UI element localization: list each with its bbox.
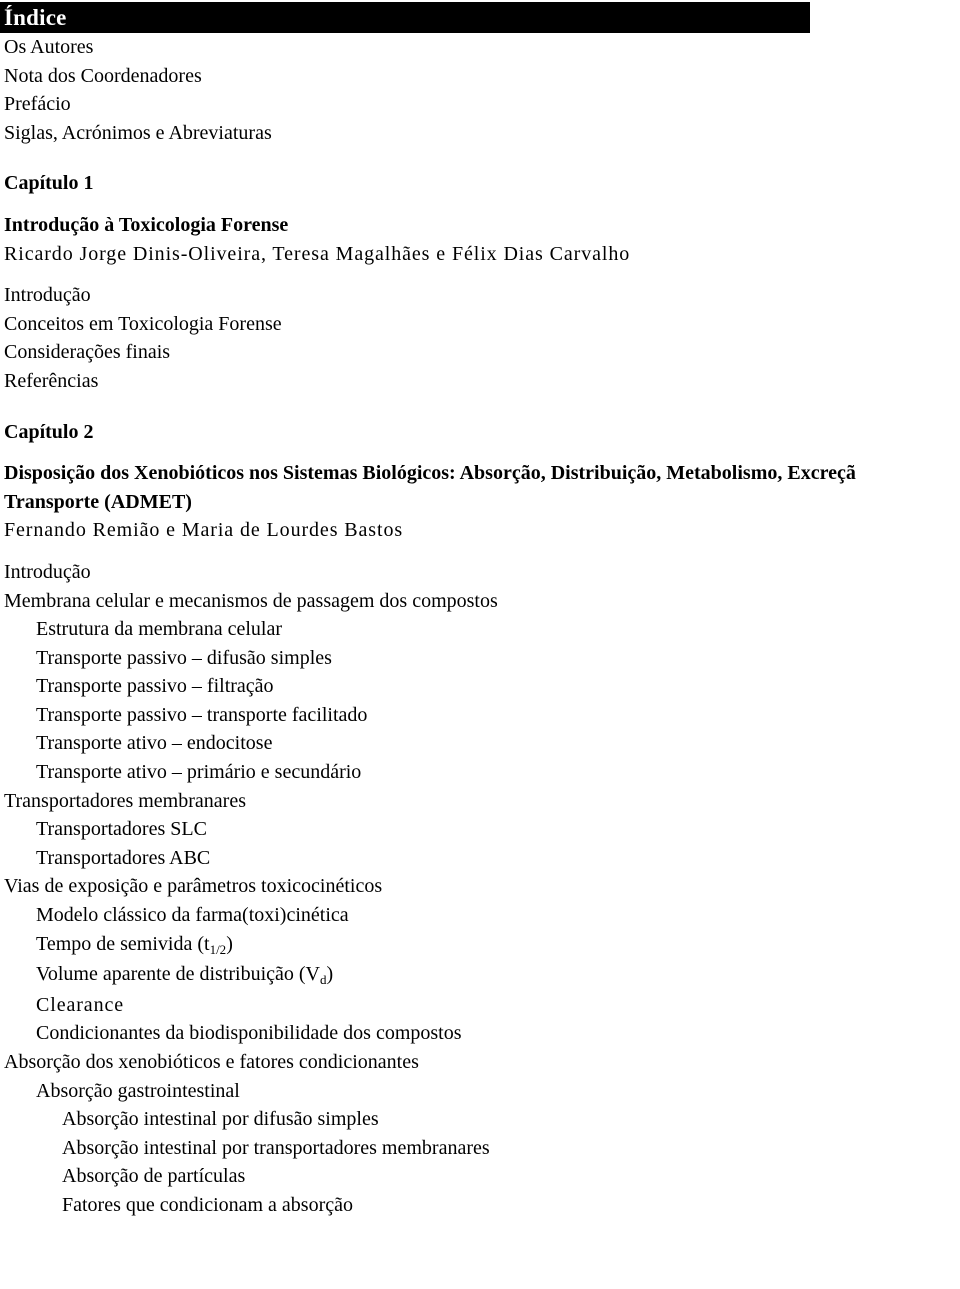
toc-content: Os Autores Nota dos Coordenadores Prefác… [0,33,960,1220]
front-matter-list: Os Autores Nota dos Coordenadores Prefác… [0,33,960,147]
document-page: Índice Os Autores Nota dos Coordenadores… [0,0,960,1289]
toc-entry[interactable]: Transporte passivo – transporte facilita… [0,701,960,730]
toc-entry[interactable]: Transportadores SLC [0,815,960,844]
toc-entry[interactable]: Conceitos em Toxicologia Forense [0,310,960,339]
toc-entry[interactable]: Transportadores membranares [0,787,960,816]
toc-entry[interactable]: Absorção dos xenobióticos e fatores cond… [0,1048,960,1077]
toc-entry[interactable]: Introdução [0,281,960,310]
toc-entry[interactable]: Absorção de partículas [0,1162,960,1191]
toc-entry[interactable]: Clearance [0,991,960,1020]
toc-entry[interactable]: Membrana celular e mecanismos de passage… [0,587,960,616]
toc-entry[interactable]: Estrutura da membrana celular [0,615,960,644]
toc-entry[interactable]: Considerações finais [0,338,960,367]
toc-entry[interactable]: Introdução [0,558,960,587]
toc-entry[interactable]: Transporte passivo – filtração [0,672,960,701]
toc-entry[interactable]: Absorção intestinal por transportadores … [0,1134,960,1163]
toc-entry[interactable]: Condicionantes da biodisponibilidade dos… [0,1019,960,1048]
chapter-title-line-1[interactable]: Disposição dos Xenobióticos nos Sistemas… [0,459,960,488]
index-title-bar: Índice [0,2,810,33]
toc-entry[interactable]: Vias de exposição e parâmetros toxicocin… [0,872,960,901]
chapter-authors: Ricardo Jorge Dinis-Oliveira, Teresa Mag… [4,242,631,265]
chapter-authors: Fernando Remião e Maria de Lourdes Basto… [4,519,404,542]
toc-entry[interactable]: Absorção gastrointestinal [0,1077,960,1106]
toc-entry[interactable]: Transportadores ABC [0,844,960,873]
toc-entry[interactable]: Modelo clássico da farma(toxi)cinética [0,901,960,930]
toc-entry[interactable]: Transporte passivo – difusão simples [0,644,960,673]
toc-entry[interactable]: Tempo de semivida (t1/2) [0,930,960,961]
chapter-1-entries: Introdução Conceitos em Toxicologia Fore… [0,281,960,395]
chapter-title-line-2[interactable]: Transporte (ADMET) [0,488,960,517]
page-title: Índice [4,5,67,30]
toc-entry[interactable]: Referências [0,367,960,396]
toc-entry[interactable]: Transporte ativo – endocitose [0,729,960,758]
chapter-block-2: Capítulo 2 Disposição dos Xenobióticos n… [0,418,960,1220]
chapter-title[interactable]: Introdução à Toxicologia Forense [0,211,960,240]
toc-entry[interactable]: Absorção intestinal por difusão simples [0,1105,960,1134]
toc-entry[interactable]: Transporte ativo – primário e secundário [0,758,960,787]
chapter-block-1: Capítulo 1 Introdução à Toxicologia Fore… [0,169,960,395]
toc-entry[interactable]: Fatores que condicionam a absorção [0,1191,960,1220]
toc-entry[interactable]: Siglas, Acrónimos e Abreviaturas [0,119,960,148]
toc-entry[interactable]: Volume aparente de distribuição (Vd) [0,960,960,991]
chapter-label: Capítulo 2 [4,420,94,443]
toc-entry[interactable]: Os Autores [0,33,960,62]
chapter-2-entries: Introdução Membrana celular e mecanismos … [0,558,960,1220]
toc-entry[interactable]: Prefácio [0,90,960,119]
toc-entry[interactable]: Nota dos Coordenadores [0,62,960,91]
chapter-label: Capítulo 1 [4,172,94,195]
